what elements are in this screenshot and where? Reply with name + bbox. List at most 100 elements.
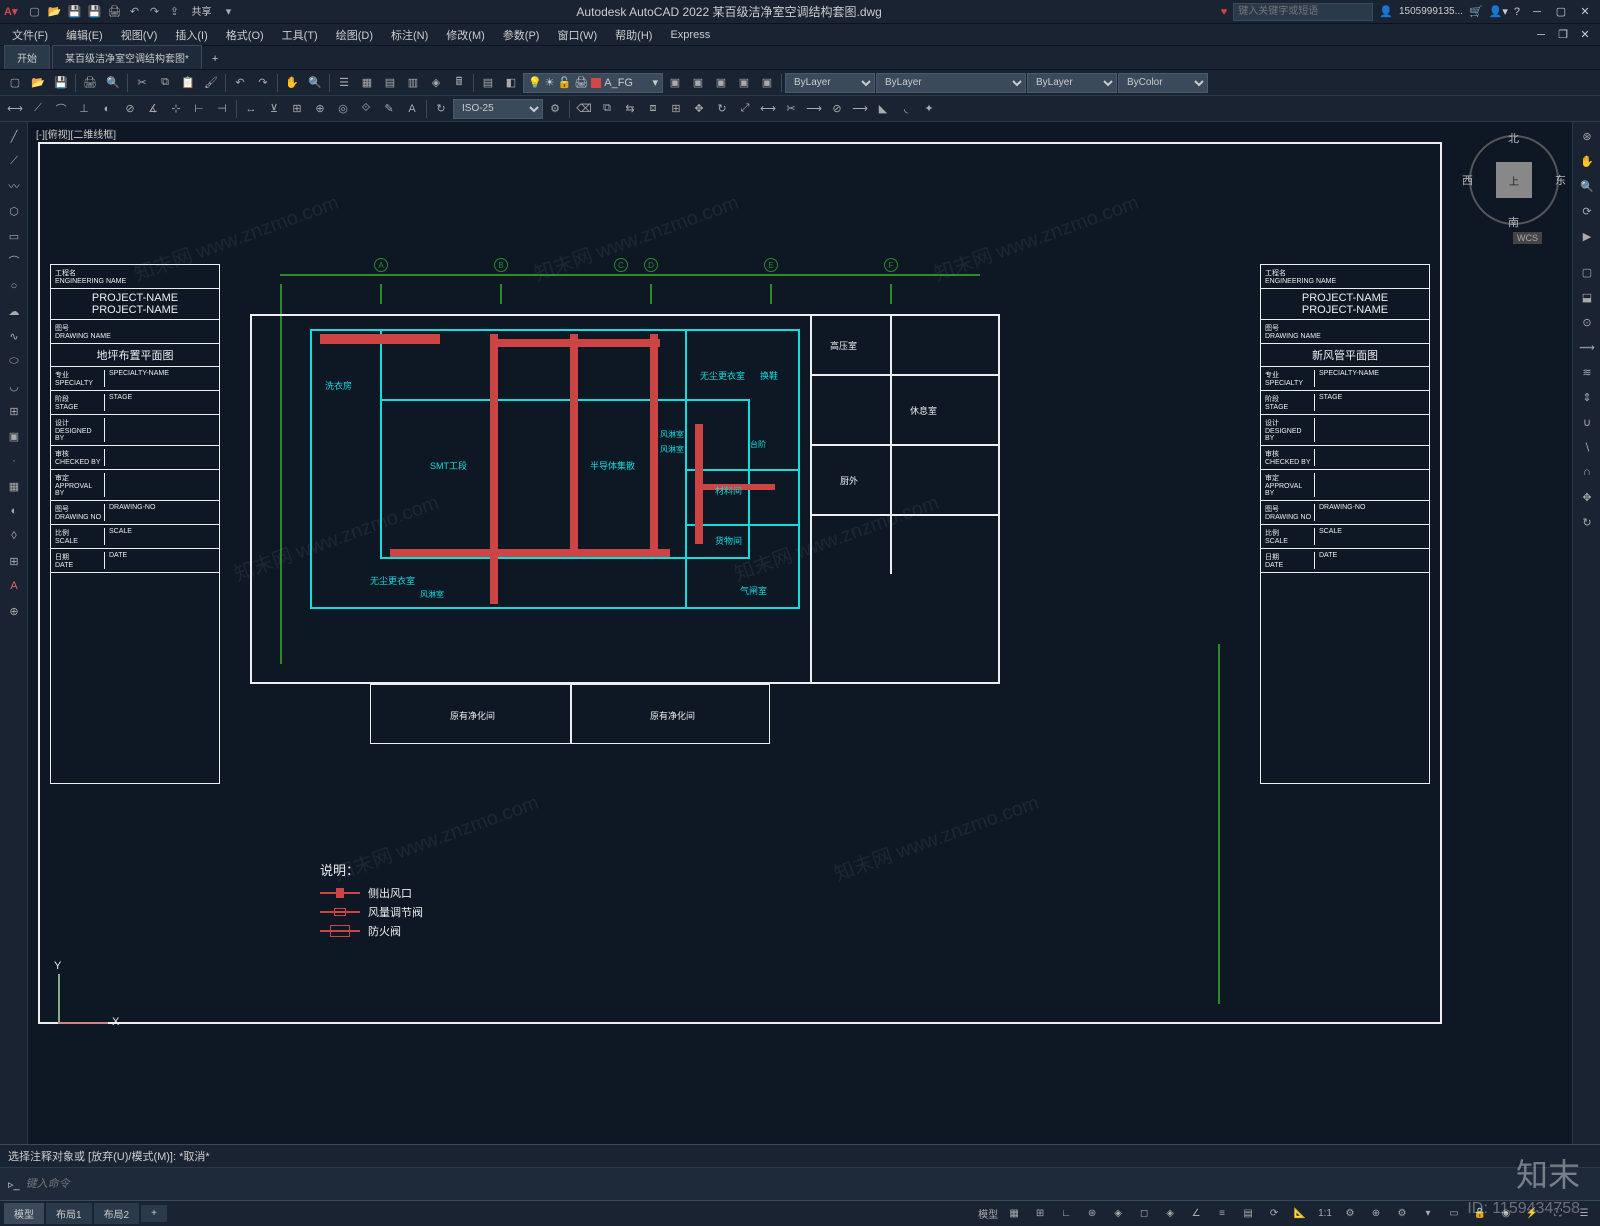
mod-array-icon[interactable]: ⊞ xyxy=(665,98,687,120)
sb-3dosnap-icon[interactable]: ◈ xyxy=(1158,1203,1182,1225)
command-input-row[interactable]: ▹_ xyxy=(0,1168,1600,1200)
mod-explode-icon[interactable]: ✦ xyxy=(918,98,940,120)
dim-break-icon[interactable]: ⊻ xyxy=(263,98,285,120)
account-icon[interactable]: 👤▾ xyxy=(1489,5,1508,18)
draw-table-icon[interactable]: ⊞ xyxy=(2,549,26,573)
mod-extend-icon[interactable]: ⟶ xyxy=(803,98,825,120)
viewcube-south[interactable]: 南 xyxy=(1508,214,1519,230)
draw-point-icon[interactable]: · xyxy=(2,449,26,473)
menu-express[interactable]: Express xyxy=(662,27,718,43)
user-icon[interactable]: 👤 xyxy=(1379,5,1393,18)
layout-tab-2[interactable]: 布局2 xyxy=(94,1203,140,1224)
dim-space-icon[interactable]: ↔ xyxy=(240,98,262,120)
close-button[interactable]: ✕ xyxy=(1574,3,1596,21)
rt-loft-icon[interactable]: ≋ xyxy=(1575,360,1599,384)
tab-start[interactable]: 开始 xyxy=(4,45,50,69)
sb-annomonitor-icon[interactable]: ⊕ xyxy=(1364,1203,1388,1225)
tb-layer-states-icon[interactable]: ◧ xyxy=(500,72,522,94)
sb-polar-icon[interactable]: ⊛ xyxy=(1080,1203,1104,1225)
sb-quickprops-icon[interactable]: ▭ xyxy=(1442,1203,1466,1225)
share-label[interactable]: 共享 xyxy=(191,3,211,21)
dim-edit-icon[interactable]: ✎ xyxy=(378,98,400,120)
username[interactable]: 1505999135... xyxy=(1399,6,1463,17)
mod-move-icon[interactable]: ✥ xyxy=(688,98,710,120)
dim-radius-icon[interactable]: ◐ xyxy=(96,98,118,120)
draw-insert-icon[interactable]: ⊞ xyxy=(2,399,26,423)
layout-tab-model[interactable]: 模型 xyxy=(4,1203,44,1224)
sb-annoscale-icon[interactable]: 📐 xyxy=(1288,1203,1312,1225)
wcs-badge[interactable]: WCS xyxy=(1513,232,1542,244)
dim-linear-icon[interactable]: ⟷ xyxy=(4,98,26,120)
tb-layertools1-icon[interactable]: ▣ xyxy=(664,72,686,94)
search-input[interactable] xyxy=(1233,3,1373,21)
plotstyle-selector[interactable]: ByColor xyxy=(1118,73,1208,93)
qat-new-icon[interactable]: ▢ xyxy=(25,3,43,21)
menu-file[interactable]: 文件(F) xyxy=(4,25,56,45)
nav-showmotion-icon[interactable]: ▶ xyxy=(1575,224,1599,248)
menu-window[interactable]: 窗口(W) xyxy=(549,25,605,45)
qat-dropdown-icon[interactable]: ▾ xyxy=(219,3,237,21)
tb-plot-icon[interactable]: 🖨 xyxy=(79,72,101,94)
tb-cut-icon[interactable]: ✂ xyxy=(131,72,153,94)
sb-transparency-icon[interactable]: ▤ xyxy=(1236,1203,1260,1225)
menu-format[interactable]: 格式(O) xyxy=(218,25,272,45)
help-icon[interactable]: ♥ xyxy=(1221,6,1228,18)
dimstyle-selector[interactable]: ISO-25 xyxy=(453,99,543,119)
mod-join-icon[interactable]: ⟶ xyxy=(849,98,871,120)
command-input[interactable] xyxy=(26,1178,1592,1190)
tb-layertools2-icon[interactable]: ▣ xyxy=(687,72,709,94)
linetype-selector[interactable]: ByLayer xyxy=(876,73,1026,93)
dim-diameter-icon[interactable]: ⊘ xyxy=(119,98,141,120)
rt-union-icon[interactable]: ∪ xyxy=(1575,410,1599,434)
qat-save-icon[interactable]: 💾 xyxy=(65,3,83,21)
tab-add-button[interactable]: + xyxy=(204,49,226,69)
help2-icon[interactable]: ? xyxy=(1514,6,1520,18)
viewcube-east[interactable]: 东 xyxy=(1555,172,1566,188)
menu-tools[interactable]: 工具(T) xyxy=(274,25,326,45)
draw-region-icon[interactable]: ◊ xyxy=(2,524,26,548)
tab-current-file[interactable]: 某百级洁净室空调结构套图* xyxy=(52,45,202,69)
viewcube-north[interactable]: 北 xyxy=(1508,130,1519,146)
sb-model-icon[interactable]: 模型 xyxy=(976,1203,1000,1225)
menu-dimension[interactable]: 标注(N) xyxy=(383,25,436,45)
dim-angular-icon[interactable]: ∡ xyxy=(142,98,164,120)
dim-update-icon[interactable]: ↻ xyxy=(430,98,452,120)
draw-polygon-icon[interactable]: ⬡ xyxy=(2,199,26,223)
mod-rotate-icon[interactable]: ↻ xyxy=(711,98,733,120)
dim-tedit-icon[interactable]: A xyxy=(401,98,423,120)
menu-parametric[interactable]: 参数(P) xyxy=(495,25,548,45)
nav-steering-icon[interactable]: ⊛ xyxy=(1575,124,1599,148)
nav-orbit-icon[interactable]: ⟳ xyxy=(1575,199,1599,223)
doc-close-button[interactable]: ✕ xyxy=(1574,26,1596,44)
sb-gear-icon[interactable]: ⚙ xyxy=(1338,1203,1362,1225)
dimstyle-manage-icon[interactable]: ⚙ xyxy=(544,98,566,120)
draw-mtext-icon[interactable]: A xyxy=(2,574,26,598)
draw-rect-icon[interactable]: ▭ xyxy=(2,224,26,248)
tb-markup-icon[interactable]: ◈ xyxy=(425,72,447,94)
tb-layertools4-icon[interactable]: ▣ xyxy=(733,72,755,94)
rt-intersect-icon[interactable]: ∩ xyxy=(1575,460,1599,484)
tb-layer-manage-icon[interactable]: ▤ xyxy=(477,72,499,94)
qat-redo-icon[interactable]: ↷ xyxy=(145,3,163,21)
tb-new-icon[interactable]: ▢ xyxy=(4,72,26,94)
qat-undo-icon[interactable]: ↶ xyxy=(125,3,143,21)
sb-otrack-icon[interactable]: ∠ xyxy=(1184,1203,1208,1225)
draw-spline-icon[interactable]: ∿ xyxy=(2,324,26,348)
lineweight-selector[interactable]: ByLayer xyxy=(1027,73,1117,93)
tb-props-icon[interactable]: ☰ xyxy=(333,72,355,94)
mod-stretch-icon[interactable]: ⟷ xyxy=(757,98,779,120)
rt-revolve-icon[interactable]: ⊙ xyxy=(1575,310,1599,334)
sb-cycling-icon[interactable]: ⟳ xyxy=(1262,1203,1286,1225)
qat-saveas-icon[interactable]: 💾 xyxy=(85,3,103,21)
mod-fillet-icon[interactable]: ◟ xyxy=(895,98,917,120)
drawing-canvas[interactable]: [-][俯视][二维线框] 上 北 南 东 西 WCS 工程名 ENGINEER… xyxy=(28,122,1572,1144)
tb-toolpalette-icon[interactable]: ▤ xyxy=(379,72,401,94)
draw-gradient-icon[interactable]: ◐ xyxy=(2,499,26,523)
draw-arc-icon[interactable]: ⌒ xyxy=(2,249,26,273)
dim-baseline-icon[interactable]: ⊢ xyxy=(188,98,210,120)
menu-draw[interactable]: 绘图(D) xyxy=(328,25,381,45)
sb-osnap-icon[interactable]: ◻ xyxy=(1132,1203,1156,1225)
sb-scale[interactable]: 1:1 xyxy=(1314,1203,1336,1225)
qat-share-icon[interactable]: ⇪ xyxy=(165,3,183,21)
doc-minimize-button[interactable]: ─ xyxy=(1530,26,1552,44)
